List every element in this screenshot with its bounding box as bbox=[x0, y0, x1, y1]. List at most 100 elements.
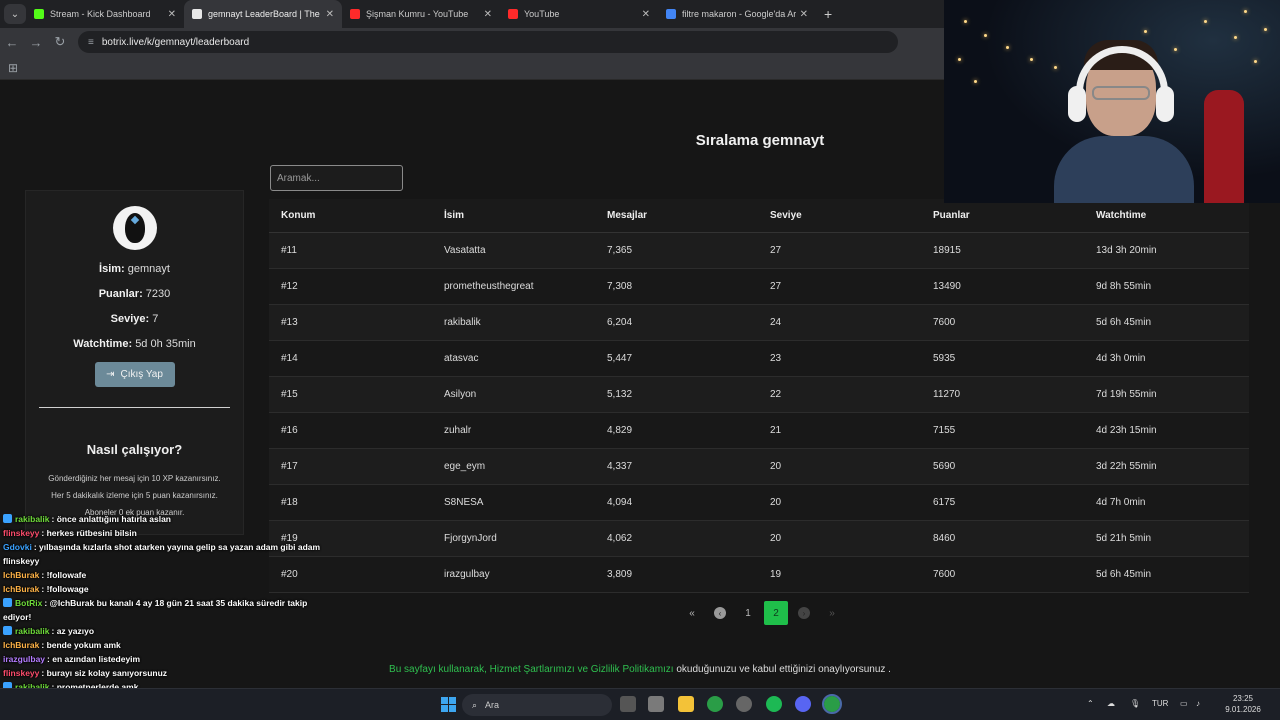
fairy-light bbox=[1264, 28, 1267, 31]
clock[interactable]: 23:25 9.01.2026 bbox=[1220, 693, 1266, 715]
terms-link[interactable]: Hizmet Şartlarımızı bbox=[490, 664, 575, 675]
search-icon: ⌕ bbox=[472, 699, 478, 710]
tab-favicon-icon bbox=[192, 9, 202, 19]
bot-badge-icon bbox=[3, 598, 12, 607]
table-cell: 20 bbox=[770, 497, 782, 508]
table-cell: 13d 3h 20min bbox=[1096, 245, 1157, 256]
table-cell: 4,094 bbox=[607, 497, 633, 508]
table-cell: 20 bbox=[770, 533, 782, 544]
chat-text: : burayı siz kolay sanıyorsunuz bbox=[41, 668, 168, 678]
chat-username: rakibalik bbox=[15, 626, 50, 636]
mic-icon[interactable]: 🎙 bbox=[1130, 699, 1140, 708]
chrome-active-icon[interactable] bbox=[822, 694, 842, 714]
tab-search-button[interactable]: ⌄ bbox=[4, 4, 26, 24]
logout-button[interactable]: ⇥ Çıkış Yap bbox=[94, 362, 175, 387]
close-tab-icon[interactable]: ✕ bbox=[168, 9, 176, 20]
page-1-button[interactable]: 1 bbox=[736, 601, 760, 625]
browser-tab[interactable]: filtre makaron - Google'da Ara ✕ bbox=[658, 0, 816, 28]
chat-username: IchBurak bbox=[3, 584, 40, 594]
tab-favicon-icon bbox=[350, 9, 360, 19]
profile-card: İsim: gemnayt Puanlar: 7230 Seviye: 7 Wa… bbox=[25, 190, 244, 535]
streamer bbox=[1054, 36, 1194, 203]
taskbar-search[interactable]: ⌕ Ara bbox=[462, 694, 612, 716]
profile-watchtime: Watchtime: 5d 0h 35min bbox=[73, 338, 196, 350]
fairy-light bbox=[958, 58, 961, 61]
table-cell: 4,829 bbox=[607, 425, 633, 436]
table-cell: 19 bbox=[770, 569, 782, 580]
table-cell: 5,132 bbox=[607, 389, 633, 400]
apps-grid-icon[interactable]: ⊞ bbox=[8, 61, 18, 75]
chat-message: flinskeyy: herkes rütbesini bilsin bbox=[0, 526, 340, 540]
table-cell: irazgulbay bbox=[444, 569, 490, 580]
prev-page-button[interactable]: ‹ bbox=[708, 601, 732, 625]
table-cell: 5935 bbox=[933, 353, 956, 364]
store-icon[interactable] bbox=[648, 696, 664, 712]
page-2-button[interactable]: 2 bbox=[764, 601, 788, 625]
table-cell: 27 bbox=[770, 281, 782, 292]
weather-icon[interactable]: ☁ bbox=[1107, 699, 1115, 708]
url-field[interactable]: ≡ botrix.live/k/gemnayt/leaderboard bbox=[78, 31, 898, 53]
fairy-light bbox=[1030, 58, 1033, 61]
windows-start-icon[interactable] bbox=[441, 697, 456, 712]
chat-message: Gdovki: yılbaşında kızlarla shot atarken… bbox=[0, 540, 330, 568]
spotify-icon[interactable] bbox=[766, 696, 782, 712]
table-cell: S8NESA bbox=[444, 497, 484, 508]
pagination: « ‹ 1 2 › » bbox=[680, 601, 844, 625]
fairy-light bbox=[1054, 66, 1057, 69]
close-tab-icon[interactable]: ✕ bbox=[800, 9, 808, 20]
obs-icon[interactable] bbox=[736, 696, 752, 712]
chat-username: BotRix bbox=[15, 598, 43, 608]
task-view-icon[interactable] bbox=[620, 696, 636, 712]
reload-icon[interactable]: ↻ bbox=[48, 34, 72, 50]
tab-title: filtre makaron - Google'da Ara bbox=[682, 9, 796, 19]
table-cell: 4d 7h 0min bbox=[1096, 497, 1146, 508]
tab-favicon-icon bbox=[34, 9, 44, 19]
close-tab-icon[interactable]: ✕ bbox=[642, 9, 650, 20]
browser-tab[interactable]: Şişman Kumru - YouTube ✕ bbox=[342, 0, 500, 28]
chat-text: : herkes rütbesini bilsin bbox=[41, 528, 137, 538]
browser-tab[interactable]: gemnayt LeaderBoard | The be ✕ bbox=[184, 0, 342, 28]
last-page-button[interactable]: » bbox=[820, 601, 844, 625]
chat-message: BotRix: @IchBurak bu kanalı 4 ay 18 gün … bbox=[0, 596, 330, 624]
fairy-light bbox=[1204, 20, 1207, 23]
chat-message: rakibalik: önce anlattığını hatırla asla… bbox=[0, 512, 340, 526]
close-tab-icon[interactable]: ✕ bbox=[326, 9, 334, 20]
table-cell: 23 bbox=[770, 353, 782, 364]
network-icon[interactable]: ▭ bbox=[1180, 699, 1188, 708]
divider bbox=[39, 407, 230, 408]
table-cell: 4,337 bbox=[607, 461, 633, 472]
privacy-link[interactable]: Gizlilik Politikamızı bbox=[591, 664, 674, 675]
next-page-button[interactable]: › bbox=[792, 601, 816, 625]
close-tab-icon[interactable]: ✕ bbox=[484, 9, 492, 20]
table-cell: 7600 bbox=[933, 569, 956, 580]
table-cell: 24 bbox=[770, 317, 782, 328]
url-text: botrix.live/k/gemnayt/leaderboard bbox=[101, 36, 250, 48]
chat-text: : en azından listedeyim bbox=[47, 654, 141, 664]
table-cell: 9d 8h 55min bbox=[1096, 281, 1152, 292]
language-indicator[interactable]: TUR bbox=[1152, 699, 1168, 708]
table-cell: 11270 bbox=[933, 389, 961, 400]
discord-icon[interactable] bbox=[795, 696, 811, 712]
forward-icon[interactable]: → bbox=[24, 35, 48, 50]
back-icon[interactable]: ← bbox=[0, 35, 24, 50]
tray-chevron-icon[interactable]: ⌃ bbox=[1087, 699, 1094, 708]
first-page-button[interactable]: « bbox=[680, 601, 704, 625]
table-cell: 8460 bbox=[933, 533, 956, 544]
table-row: #19 FjorgynJord 4,062 20 8460 5d 21h 5min bbox=[269, 521, 1249, 557]
browser-tab[interactable]: YouTube ✕ bbox=[500, 0, 658, 28]
chrome-icon[interactable] bbox=[707, 696, 723, 712]
chat-username: flinskeyy bbox=[3, 528, 40, 538]
site-info-icon[interactable]: ≡ bbox=[88, 37, 94, 48]
new-tab-button[interactable]: + bbox=[824, 6, 832, 22]
volume-icon[interactable]: ♪ bbox=[1196, 699, 1200, 708]
chat-message: IchBurak: !followage bbox=[0, 582, 340, 596]
table-cell: atasvac bbox=[444, 353, 479, 364]
browser-tab[interactable]: Stream - Kick Dashboard ✕ bbox=[26, 0, 184, 28]
tab-favicon-icon bbox=[666, 9, 676, 19]
table-cell: 27 bbox=[770, 245, 782, 256]
avatar bbox=[112, 206, 157, 250]
chat-text: : !followage bbox=[41, 584, 89, 594]
file-explorer-icon[interactable] bbox=[678, 696, 694, 712]
table-cell: rakibalik bbox=[444, 317, 481, 328]
search-input[interactable] bbox=[270, 165, 403, 191]
